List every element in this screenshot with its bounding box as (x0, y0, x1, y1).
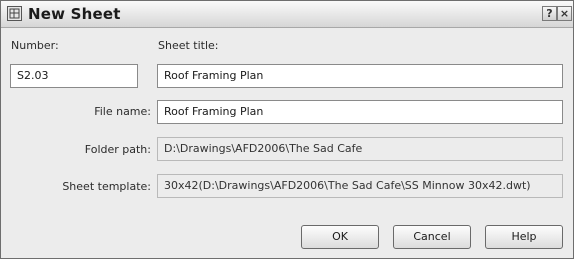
title-bar: New Sheet ? × (1, 1, 573, 28)
folder-path-label: Folder path: (84, 143, 151, 156)
file-name-label: File name: (94, 105, 151, 118)
ok-button[interactable]: OK (301, 225, 379, 249)
help-button[interactable]: Help (485, 225, 563, 249)
window-title: New Sheet (28, 5, 121, 23)
number-field[interactable]: S2.03 (10, 64, 138, 88)
sheet-template-label: Sheet template: (62, 180, 151, 193)
help-icon[interactable]: ? (542, 6, 557, 21)
autocad-app-icon (7, 6, 22, 21)
new-sheet-dialog: New Sheet ? × Number: S2.03 Sheet title:… (0, 0, 574, 259)
sheet-title-field[interactable]: Roof Framing Plan (157, 64, 563, 88)
sheet-template-value: 30x42(D:\Drawings\AFD2006\The Sad Cafe\S… (157, 174, 563, 198)
folder-path-value: D:\Drawings\AFD2006\The Sad Cafe (157, 137, 563, 161)
close-icon[interactable]: × (557, 6, 572, 21)
file-name-field[interactable]: Roof Framing Plan (157, 100, 563, 124)
number-label: Number: (11, 39, 59, 52)
sheet-title-label: Sheet title: (158, 39, 219, 52)
cancel-button[interactable]: Cancel (393, 225, 471, 249)
